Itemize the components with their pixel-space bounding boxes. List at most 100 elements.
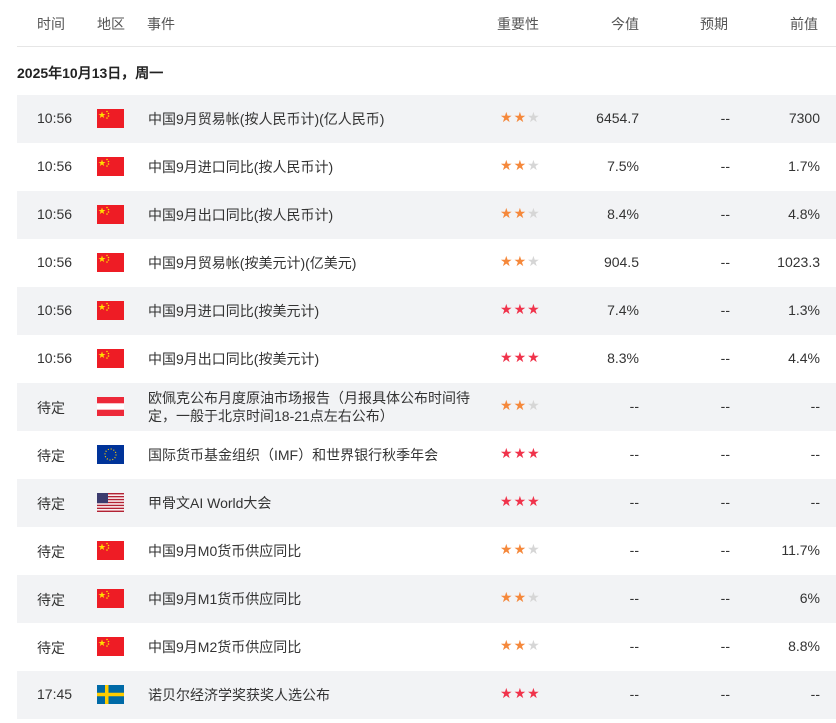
flag-cn-icon [97,541,124,560]
event-name[interactable]: 诺贝尔经济学奖获奖人选公布 [148,686,478,704]
table-row[interactable]: 待定 中国9月M1货币供应同比 ★★★ -- -- 6% [17,575,836,623]
previous-value: 6% [799,590,820,606]
table-row[interactable]: 10:56 中国9月贸易帐(按美元计)(亿美元) ★★★ 904.5 -- 10… [17,239,836,287]
importance-stars: ★★★ [500,493,541,510]
table-row[interactable]: 待定 欧佩克公布月度原油市场报告（月报具体公布时间待定，一般于北京时间18-21… [17,383,836,431]
actual-value: 7.5% [607,158,639,174]
forecast-value: -- [720,398,730,414]
event-name[interactable]: 甲骨文AI World大会 [148,494,478,512]
previous-value: 4.8% [788,206,820,222]
table-row[interactable]: 10:56 中国9月贸易帐(按人民币计)(亿人民币) ★★★ 6454.7 --… [17,95,836,143]
event-name[interactable]: 中国9月出口同比(按人民币计) [148,206,478,224]
table-row[interactable]: 待定 中国9月M0货币供应同比 ★★★ -- -- 11.7% [17,527,836,575]
table-row[interactable]: 10:56 中国9月进口同比(按人民币计) ★★★ 7.5% -- 1.7% [17,143,836,191]
event-name[interactable]: 中国9月进口同比(按人民币计) [148,158,478,176]
flag-cn-icon [97,301,124,320]
event-time: 10:56 [37,254,73,270]
flag-cn-icon [97,205,124,224]
event-name[interactable]: 中国9月贸易帐(按人民币计)(亿人民币) [148,110,478,128]
previous-value: 1.3% [788,302,820,318]
event-name[interactable]: 中国9月M0货币供应同比 [148,542,478,560]
star-icon: ★ [527,157,541,173]
forecast-value: -- [720,302,730,318]
star-icon: ★ [513,493,528,509]
importance-stars: ★★★ [500,253,541,270]
event-time: 10:56 [37,158,73,174]
event-time: 待定 [37,544,65,560]
star-icon: ★ [500,301,514,317]
importance-stars: ★★★ [500,637,541,654]
star-icon: ★ [513,253,528,269]
forecast-value: -- [720,110,730,126]
forecast-value: -- [720,590,730,606]
flag-cn-icon [97,589,124,608]
star-icon: ★ [500,589,514,605]
event-time: 待定 [37,640,65,656]
table-row[interactable]: 10:56 中国9月出口同比(按美元计) ★★★ 8.3% -- 4.4% [17,335,836,383]
star-icon: ★ [513,685,528,701]
star-icon: ★ [527,253,541,269]
col-event: 事件 [147,16,175,32]
star-icon: ★ [513,205,528,221]
actual-value: -- [629,446,639,462]
star-icon: ★ [527,445,541,461]
actual-value: 8.3% [607,350,639,366]
event-name[interactable]: 中国9月M2货币供应同比 [148,638,478,656]
previous-value: 4.4% [788,350,820,366]
forecast-value: -- [720,254,730,270]
date-heading: 2025年10月13日，周一 [17,65,164,81]
star-icon: ★ [527,493,541,509]
star-icon: ★ [527,109,541,125]
col-region: 地区 [97,16,125,32]
previous-value: -- [810,686,820,702]
table-row[interactable]: 待定 甲骨文AI World大会 ★★★ -- -- -- [17,479,836,527]
flag-cn-icon [97,637,124,656]
forecast-value: -- [720,446,730,462]
star-icon: ★ [527,301,541,317]
previous-value: 8.8% [788,638,820,654]
star-icon: ★ [500,205,514,221]
previous-value: 1023.3 [777,254,820,270]
star-icon: ★ [527,685,541,701]
previous-value: -- [810,398,820,414]
star-icon: ★ [513,397,528,413]
importance-stars: ★★★ [500,205,541,222]
actual-value: 8.4% [607,206,639,222]
event-name[interactable]: 中国9月进口同比(按美元计) [148,302,478,320]
star-icon: ★ [513,349,528,365]
table-row[interactable]: 待定 中国9月M2货币供应同比 ★★★ -- -- 8.8% [17,623,836,671]
previous-value: 7300 [788,110,820,126]
col-forecast: 预期 [700,16,728,32]
importance-stars: ★★★ [500,109,541,126]
event-name[interactable]: 欧佩克公布月度原油市场报告（月报具体公布时间待定，一般于北京时间18-21点左右… [148,389,478,425]
forecast-value: -- [720,158,730,174]
col-previous: 前值 [790,16,818,32]
event-name[interactable]: 中国9月贸易帐(按美元计)(亿美元) [148,254,478,272]
table-row[interactable]: 17:45 诺贝尔经济学奖获奖人选公布 ★★★ -- -- -- [17,671,836,719]
previous-value: 11.7% [781,542,820,558]
importance-stars: ★★★ [500,589,541,606]
col-time: 时间 [37,16,65,32]
star-icon: ★ [527,541,541,557]
table-row[interactable]: 10:56 中国9月出口同比(按人民币计) ★★★ 8.4% -- 4.8% [17,191,836,239]
actual-value: -- [629,686,639,702]
table-header: 时间 地区 事件 重要性 今值 预期 前值 [17,0,836,47]
actual-value: 7.4% [607,302,639,318]
star-icon: ★ [500,685,514,701]
flag-cn-icon [97,253,124,272]
event-name[interactable]: 中国9月M1货币供应同比 [148,590,478,608]
star-icon: ★ [527,637,541,653]
flag-se-icon [97,685,124,704]
star-icon: ★ [527,589,541,605]
actual-value: 904.5 [603,254,639,270]
table-row[interactable]: 待定 国际货币基金组织（IMF）和世界银行秋季年会 ★★★ -- -- -- [17,431,836,479]
event-name[interactable]: 国际货币基金组织（IMF）和世界银行秋季年会 [148,446,478,464]
flag-eu-icon [97,445,124,464]
flag-cn-icon [97,349,124,368]
importance-stars: ★★★ [500,541,541,558]
event-name[interactable]: 中国9月出口同比(按美元计) [148,350,478,368]
table-row[interactable]: 10:56 中国9月进口同比(按美元计) ★★★ 7.4% -- 1.3% [17,287,836,335]
previous-value: -- [810,494,820,510]
flag-cn-icon [97,157,124,176]
actual-value: -- [629,542,639,558]
